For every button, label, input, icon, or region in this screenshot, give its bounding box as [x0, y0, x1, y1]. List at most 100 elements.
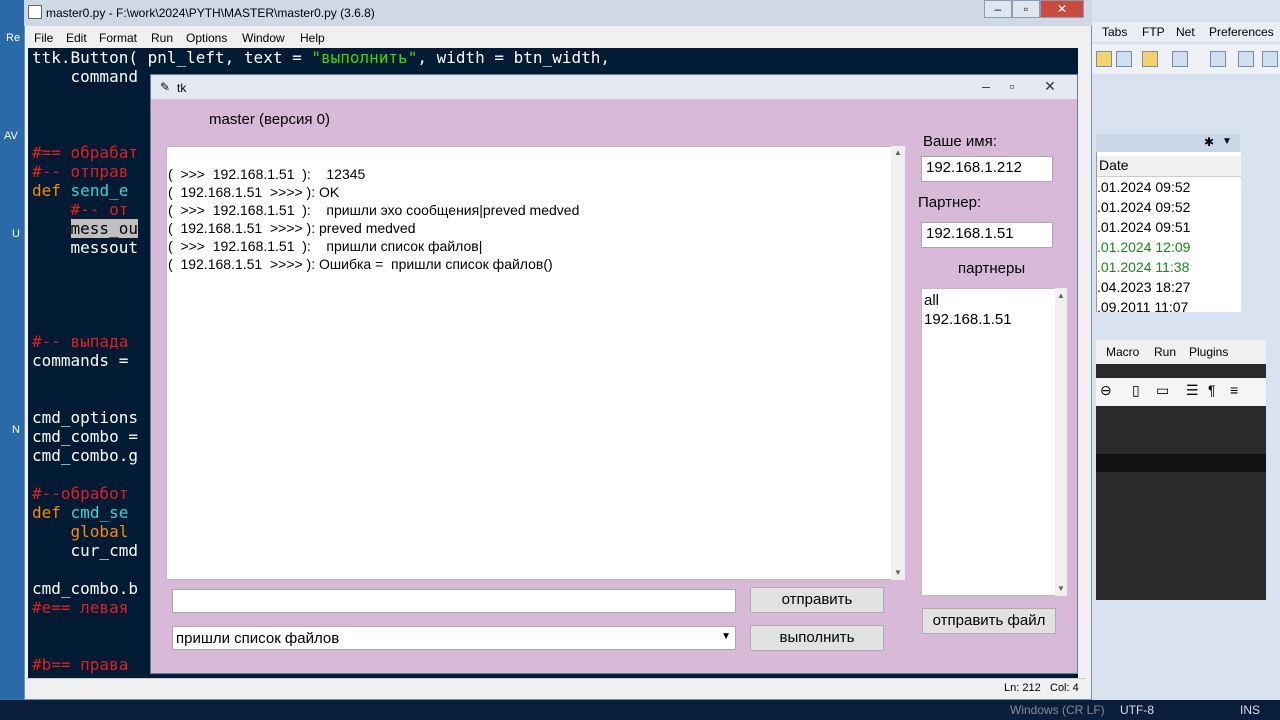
menu-file[interactable]: File	[34, 31, 53, 45]
search-icon[interactable]	[1116, 51, 1132, 67]
scroll-down-icon[interactable]: ▼	[1057, 584, 1065, 593]
close-button[interactable]: ✕	[1040, 0, 1084, 18]
command-combo[interactable]: пришли список файлов ▼	[172, 626, 736, 650]
scroll-down-icon[interactable]: ▼	[894, 568, 902, 577]
bg-file-list: Date .01.2024 09:52 .01.2024 09:52 .01.2…	[1096, 152, 1241, 312]
code-line: messout	[32, 238, 138, 257]
chevron-down-icon[interactable]: ▼	[1222, 136, 1232, 147]
message-input[interactable]	[172, 589, 736, 613]
maximize-button[interactable]: ▫	[999, 77, 1025, 95]
partner-field[interactable]: 192.168.1.51	[921, 222, 1053, 248]
log-scrollbar[interactable]: ▲ ▼	[891, 146, 905, 580]
code-line: cmd_options	[32, 408, 138, 427]
toolbar-icon[interactable]	[1096, 51, 1112, 67]
code-line: #-- отправ	[32, 162, 129, 181]
bg-panel-header: ✱ ▼	[1096, 134, 1240, 152]
list-item[interactable]: .01.2024 09:52	[1097, 199, 1190, 215]
monitor-icon[interactable]	[1210, 51, 1226, 67]
editor-titlebar: master0.py - F:\work\2024\PYTH\MASTER\ma…	[24, 0, 1092, 26]
column-header-date[interactable]: Date	[1099, 157, 1129, 173]
document-icon[interactable]	[1172, 51, 1188, 67]
code-line: commands =	[32, 351, 129, 370]
wrap-icon[interactable]: ☰	[1186, 382, 1199, 399]
maximize-button[interactable]: ▫	[1012, 0, 1040, 18]
execute-button[interactable]: выполнить	[750, 625, 884, 651]
code-line: ttk.Button( pnl_left, text = "выполнить"…	[32, 48, 610, 67]
bg-list-header: Date	[1097, 156, 1241, 177]
code-line: #b== права	[32, 655, 129, 674]
list-item-text: .01.2024 12:09	[1097, 239, 1191, 255]
list-item[interactable]: .01.2024 12:09	[1097, 239, 1190, 255]
grid-icon[interactable]	[1262, 51, 1278, 67]
list-item[interactable]: .01.2024 11:38	[1097, 259, 1189, 275]
combo-selected-value: пришли список файлов	[176, 630, 340, 647]
name-field[interactable]: 192.168.1.212	[921, 156, 1053, 182]
log-line: ( 192.168.1.51 >>>> ): Ошибка = пришли с…	[168, 256, 553, 272]
bg-menu-item[interactable]: Net	[1176, 25, 1195, 39]
image-icon[interactable]	[1238, 51, 1254, 67]
send-button[interactable]: отправить	[750, 587, 884, 613]
bg-menu-item[interactable]: Tabs	[1102, 25, 1127, 39]
list-item[interactable]: .01.2024 09:51	[1097, 219, 1190, 235]
code-line: command	[32, 67, 138, 86]
list-item[interactable]: all	[924, 292, 939, 309]
zoom-out-icon[interactable]: ⊖	[1100, 382, 1112, 399]
tk-titlebar: ✎ tk – ▫ ✕	[151, 75, 1077, 99]
bg-lower-menu-item[interactable]: Macro	[1106, 345, 1139, 359]
menu-window[interactable]: Window	[242, 31, 285, 45]
code-line: #-- от	[32, 200, 129, 219]
bg-lower-menu-item[interactable]: Run	[1154, 345, 1176, 359]
code-line: global	[32, 522, 129, 541]
log-line: ( 192.168.1.51 >>>> ): preved medved	[168, 220, 416, 236]
desktop-label: N	[12, 424, 20, 436]
scroll-up-icon[interactable]: ▲	[894, 148, 902, 157]
partners-listbox[interactable]: all 192.168.1.51	[921, 288, 1057, 596]
editor-scrollbar[interactable]	[1078, 48, 1090, 678]
pilcrow-icon[interactable]: ¶	[1208, 382, 1216, 398]
bg-menu-item[interactable]: Preferences	[1209, 25, 1274, 39]
frame-icon[interactable]: ▭	[1156, 382, 1169, 399]
chevron-down-icon[interactable]: ▼	[721, 631, 731, 642]
scroll-up-icon[interactable]: ▲	[1057, 291, 1065, 300]
indent-icon[interactable]: ≡	[1230, 382, 1238, 398]
list-item-text: .01.2024 09:51	[1097, 219, 1191, 235]
bg-menu-item[interactable]: FTP	[1142, 25, 1165, 39]
folder-icon[interactable]	[1142, 51, 1158, 67]
list-item[interactable]: .09.2011 11:07	[1097, 299, 1188, 312]
list-item[interactable]: .04.2023 18:27	[1097, 279, 1190, 295]
list-item-text: .09.2011 11:07	[1097, 299, 1189, 312]
send-file-button[interactable]: отправить файл	[922, 608, 1056, 634]
message-log[interactable]: ( >>> 192.168.1.51 ): 12345 ( 192.168.1.…	[166, 146, 892, 580]
code-line: #== обрабат	[32, 143, 138, 162]
menu-edit[interactable]: Edit	[66, 31, 87, 45]
editor-statusbar: Ln: 212 Col: 4	[26, 678, 1086, 699]
desktop-label: AV	[4, 130, 18, 142]
menu-options[interactable]: Options	[186, 31, 227, 45]
code-line: #e== левая	[32, 598, 129, 617]
clipboard-icon[interactable]: ▯	[1132, 382, 1140, 399]
menu-run[interactable]: Run	[151, 31, 173, 45]
code-line: def send_e	[32, 181, 129, 200]
minimize-button[interactable]: –	[973, 77, 999, 95]
partners-scrollbar[interactable]: ▲ ▼	[1055, 288, 1067, 596]
list-item[interactable]: .01.2024 09:52	[1097, 179, 1190, 195]
log-line: ( >>> 192.168.1.51 ): 12345	[168, 166, 366, 182]
bg-lower-toolbar: ⊖ ▯ ▭ ☰ ¶ ≡	[1096, 378, 1266, 406]
minimize-button[interactable]: –	[984, 0, 1012, 18]
partners-label: партнеры	[958, 260, 1026, 277]
log-line: ( >>> 192.168.1.51 ): пришли эхо сообщен…	[168, 202, 580, 218]
bg-lower-menu-item[interactable]: Plugins	[1189, 345, 1228, 359]
list-item-text: .01.2024 11:38	[1097, 259, 1190, 275]
close-button[interactable]: ✕	[1037, 77, 1063, 95]
star-icon[interactable]: ✱	[1204, 135, 1214, 149]
list-item-text: .01.2024 09:52	[1097, 199, 1191, 215]
taskbar: Windows (CR LF) UTF-8 INS	[0, 700, 1280, 720]
menu-help[interactable]: Help	[300, 31, 325, 45]
code-line: cur_cmd	[32, 541, 138, 560]
list-item-text: .04.2023 18:27	[1097, 279, 1191, 295]
list-item[interactable]: 192.168.1.51	[924, 311, 1012, 328]
desktop-label: Re	[6, 32, 21, 44]
menu-format[interactable]: Format	[99, 31, 137, 45]
partner-label: Партнер:	[918, 194, 982, 211]
code-line: def cmd_se	[32, 503, 129, 522]
